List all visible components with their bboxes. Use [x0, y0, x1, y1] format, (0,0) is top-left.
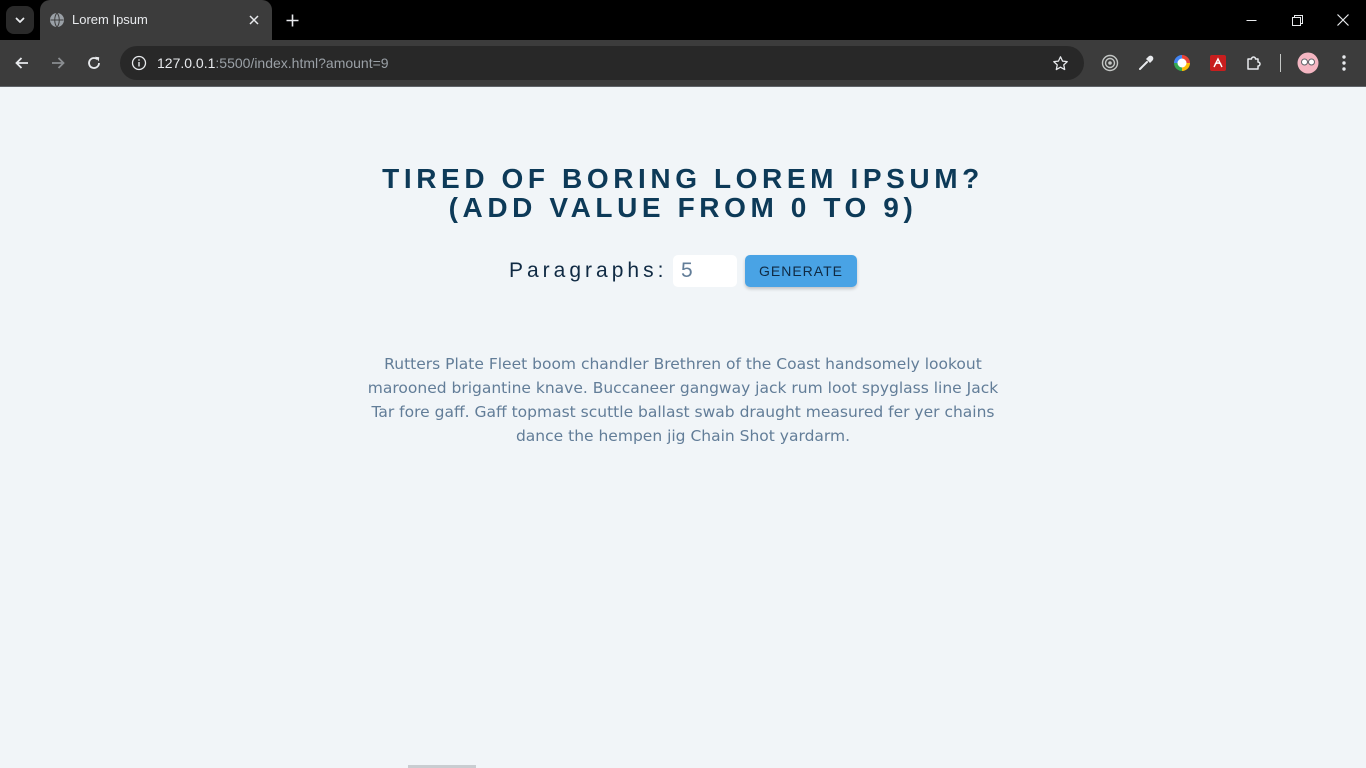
color-circle-icon — [1174, 55, 1190, 71]
extension-eyedropper-button[interactable] — [1135, 52, 1157, 74]
pdf-icon — [1210, 55, 1226, 71]
amount-input[interactable] — [673, 255, 737, 287]
address-bar[interactable]: 127.0.0.1:5500/index.html?amount=9 — [120, 46, 1084, 80]
close-window-button[interactable] — [1320, 0, 1366, 40]
page-content: Tired of boring lorem ipsum? (Add value … — [0, 87, 1366, 768]
page-title: Tired of boring lorem ipsum? (Add value … — [0, 164, 1366, 222]
info-icon — [131, 55, 147, 71]
plus-icon — [286, 14, 298, 26]
arrow-right-icon — [52, 57, 65, 69]
bookmark-button[interactable] — [1050, 53, 1070, 73]
profile-button[interactable] — [1297, 52, 1319, 74]
chevron-down-icon — [15, 17, 25, 23]
minimize-button[interactable] — [1228, 0, 1274, 40]
restore-icon — [1291, 14, 1303, 26]
lorem-form: Paragraphs: Generate — [0, 255, 1366, 287]
tab-close-button[interactable] — [246, 12, 262, 28]
globe-icon — [50, 12, 64, 28]
minimize-icon — [1246, 19, 1256, 21]
browser-menu-button[interactable] — [1333, 52, 1355, 74]
site-info-button[interactable] — [129, 53, 149, 73]
reload-button[interactable] — [82, 51, 106, 75]
eyedropper-icon — [1139, 55, 1154, 70]
extension-target-button[interactable] — [1099, 52, 1121, 74]
browser-toolbar: 127.0.0.1:5500/index.html?amount=9 — [0, 40, 1366, 86]
extension-color-button[interactable] — [1171, 52, 1193, 74]
kebab-menu-icon — [1342, 55, 1346, 71]
paragraphs-label: Paragraphs: — [509, 259, 668, 282]
toolbar-divider — [1280, 54, 1281, 72]
generate-button[interactable]: Generate — [745, 255, 857, 287]
new-tab-button[interactable] — [282, 10, 302, 30]
url-path: :5500/index.html?amount=9 — [215, 55, 389, 71]
active-tab[interactable]: Lorem Ipsum — [40, 0, 272, 40]
back-button[interactable] — [10, 51, 34, 75]
url-text[interactable]: 127.0.0.1:5500/index.html?amount=9 — [157, 46, 389, 80]
browser-tab-bar: Lorem Ipsum — [0, 0, 1366, 40]
page-title-line-1: Tired of boring lorem ipsum? — [382, 163, 984, 194]
star-icon — [1052, 55, 1068, 70]
tab-search-button[interactable] — [6, 6, 34, 34]
restore-button[interactable] — [1274, 0, 1320, 40]
reload-icon — [88, 56, 100, 69]
extensions-button[interactable] — [1243, 52, 1265, 74]
avatar-icon — [1297, 52, 1319, 74]
arrow-left-icon — [15, 57, 28, 69]
target-icon — [1101, 54, 1119, 72]
close-icon — [249, 15, 259, 25]
url-host: 127.0.0.1 — [157, 55, 216, 71]
page-title-line-2: (Add value from 0 to 9) — [448, 192, 918, 223]
extension-pdf-button[interactable] — [1207, 52, 1229, 74]
tab-title: Lorem Ipsum — [72, 12, 148, 27]
close-icon — [1337, 14, 1349, 26]
forward-button[interactable] — [46, 51, 70, 75]
puzzle-icon — [1247, 56, 1261, 70]
lorem-paragraph: Rutters Plate Fleet boom chandler Brethr… — [367, 355, 999, 445]
